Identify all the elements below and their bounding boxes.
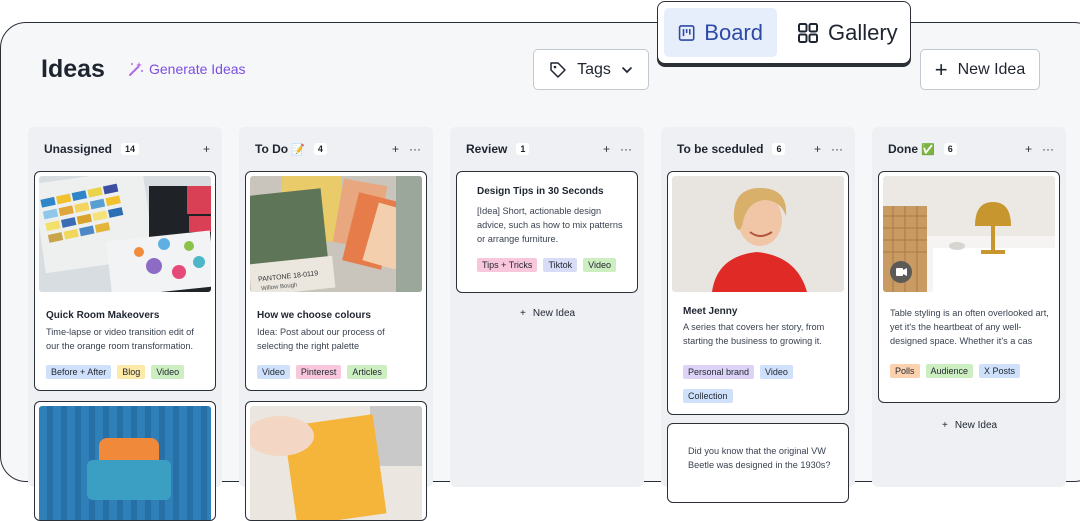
tag-tiktok: Tiktok	[543, 258, 578, 272]
view-switcher: Board Gallery	[657, 1, 911, 64]
app-window: Ideas Generate Ideas Tags + New Idea Una…	[0, 22, 1080, 521]
generate-ideas-label: Generate Ideas	[149, 61, 246, 77]
card-image	[39, 176, 211, 292]
column-count: 6	[943, 143, 957, 155]
gallery-label: Gallery	[828, 19, 898, 45]
check-mark-icon: ✅	[921, 143, 935, 156]
new-idea-label: New Idea	[957, 60, 1026, 78]
tag-tips-tricks: Tips + Tricks	[477, 258, 538, 272]
card-description: Idea: Post about our process of selectin…	[257, 327, 385, 351]
more-options-icon[interactable]: ···	[409, 142, 421, 156]
idea-card[interactable]: Quick Room Makeovers Time-lapse or video…	[34, 171, 216, 391]
card-title: Meet Jenny	[683, 306, 738, 317]
column-new-idea-link[interactable]: + New Idea	[520, 308, 575, 319]
column-title: Unassigned	[44, 142, 113, 156]
card-description: A series that covers her story, from sta…	[683, 322, 825, 346]
column-count: 14	[121, 143, 140, 155]
tag-video: Video	[257, 365, 290, 379]
tag-video: Video	[151, 365, 185, 379]
new-idea-label: New Idea	[532, 308, 576, 319]
tag-articles: Articles	[347, 365, 387, 379]
card-title: Quick Room Makeovers	[46, 310, 160, 321]
gallery-icon	[798, 22, 818, 43]
memo-icon: 📝	[291, 143, 305, 156]
generate-ideas-button[interactable]: Generate Ideas	[128, 61, 246, 77]
tag-before-after: Before + After	[46, 365, 112, 379]
add-card-icon[interactable]: +	[203, 142, 210, 156]
card-image	[250, 406, 422, 520]
idea-card[interactable]	[245, 401, 427, 521]
tab-gallery[interactable]: Gallery	[783, 8, 912, 57]
chevron-down-icon	[622, 66, 632, 73]
column-title: Done	[888, 142, 918, 156]
idea-card[interactable]: Did you know that the original VW Beetle…	[667, 423, 849, 503]
idea-card[interactable]: PANTONE 18-0119 Willow Bough How we choo…	[245, 171, 427, 391]
column-unassigned: Unassigned 14 + Quick Room Makeovers Tim…	[28, 127, 222, 521]
tags-dropdown[interactable]: Tags	[533, 49, 649, 90]
card-image: PANTONE 18-0119 Willow Bough	[250, 176, 422, 292]
column-to-be-scheduled: To be sceduled 6 + ··· Meet Jenny A serie…	[661, 127, 855, 503]
card-description: Time-lapse or video transition edit of o…	[46, 327, 194, 351]
column-review: Review 1 + ··· Design Tips in 30 Seconds …	[450, 127, 644, 487]
add-card-icon[interactable]: +	[814, 142, 821, 156]
tag-video: Video	[760, 365, 793, 379]
tag-personal-brand: Personal brand	[683, 365, 755, 379]
idea-card[interactable]	[34, 401, 216, 521]
card-description: Did you know that the original VW Beetle…	[688, 446, 831, 470]
idea-card[interactable]: Design Tips in 30 Seconds [Idea] Short, …	[456, 171, 638, 293]
column-title: To be sceduled	[677, 142, 764, 156]
more-options-icon[interactable]: ···	[1042, 142, 1054, 156]
column-to-do: To Do 📝 4 + ··· PANTONE 18-0119 Willow Bo…	[239, 127, 433, 521]
add-card-icon[interactable]: +	[1025, 142, 1032, 156]
tag-audience: Audience	[925, 364, 974, 378]
tag-video: Video	[583, 258, 616, 272]
plus-icon: +	[942, 420, 948, 431]
tag-collection: Collection	[683, 389, 733, 403]
page-title: Ideas	[41, 55, 105, 83]
add-card-icon[interactable]: +	[392, 142, 399, 156]
column-count: 4	[313, 143, 327, 155]
card-title: How we choose colours	[257, 310, 371, 321]
new-idea-label: New Idea	[954, 420, 998, 431]
column-count: 6	[772, 143, 786, 155]
column-done: Done ✅ 6 + ··· Table styling is an often…	[872, 127, 1066, 487]
tag-polls: Polls	[890, 364, 920, 378]
column-title: Review	[466, 142, 508, 156]
column-count: 1	[516, 143, 530, 155]
more-options-icon[interactable]: ···	[831, 142, 843, 156]
tab-board[interactable]: Board	[664, 8, 777, 57]
plus-icon: +	[934, 56, 948, 82]
card-title: Design Tips in 30 Seconds	[477, 186, 604, 197]
plus-icon: +	[520, 308, 526, 319]
board-label: Board	[704, 19, 763, 45]
more-options-icon[interactable]: ···	[620, 142, 632, 156]
card-image	[39, 406, 211, 520]
video-icon	[896, 268, 903, 276]
new-idea-button[interactable]: + New Idea	[920, 49, 1040, 90]
board-icon	[678, 24, 695, 41]
card-description: Table styling is an often overlooked art…	[890, 308, 1049, 346]
idea-card[interactable]: Meet Jenny A series that covers her stor…	[667, 171, 849, 415]
tag-x-posts: X Posts	[979, 364, 1021, 378]
tag-icon	[550, 61, 566, 78]
card-image	[883, 176, 1055, 292]
tag-pinterest: Pinterest	[295, 365, 342, 379]
card-description: [Idea] Short, actionable design advice, …	[477, 206, 623, 244]
tags-label: Tags	[577, 60, 611, 78]
column-title: To Do	[255, 142, 289, 156]
column-new-idea-link[interactable]: + New Idea	[942, 420, 997, 431]
idea-card[interactable]: Table styling is an often overlooked art…	[878, 171, 1060, 403]
magic-wand-icon	[129, 62, 143, 76]
tag-blog: Blog	[117, 365, 146, 379]
card-image	[672, 176, 844, 292]
add-card-icon[interactable]: +	[603, 142, 610, 156]
